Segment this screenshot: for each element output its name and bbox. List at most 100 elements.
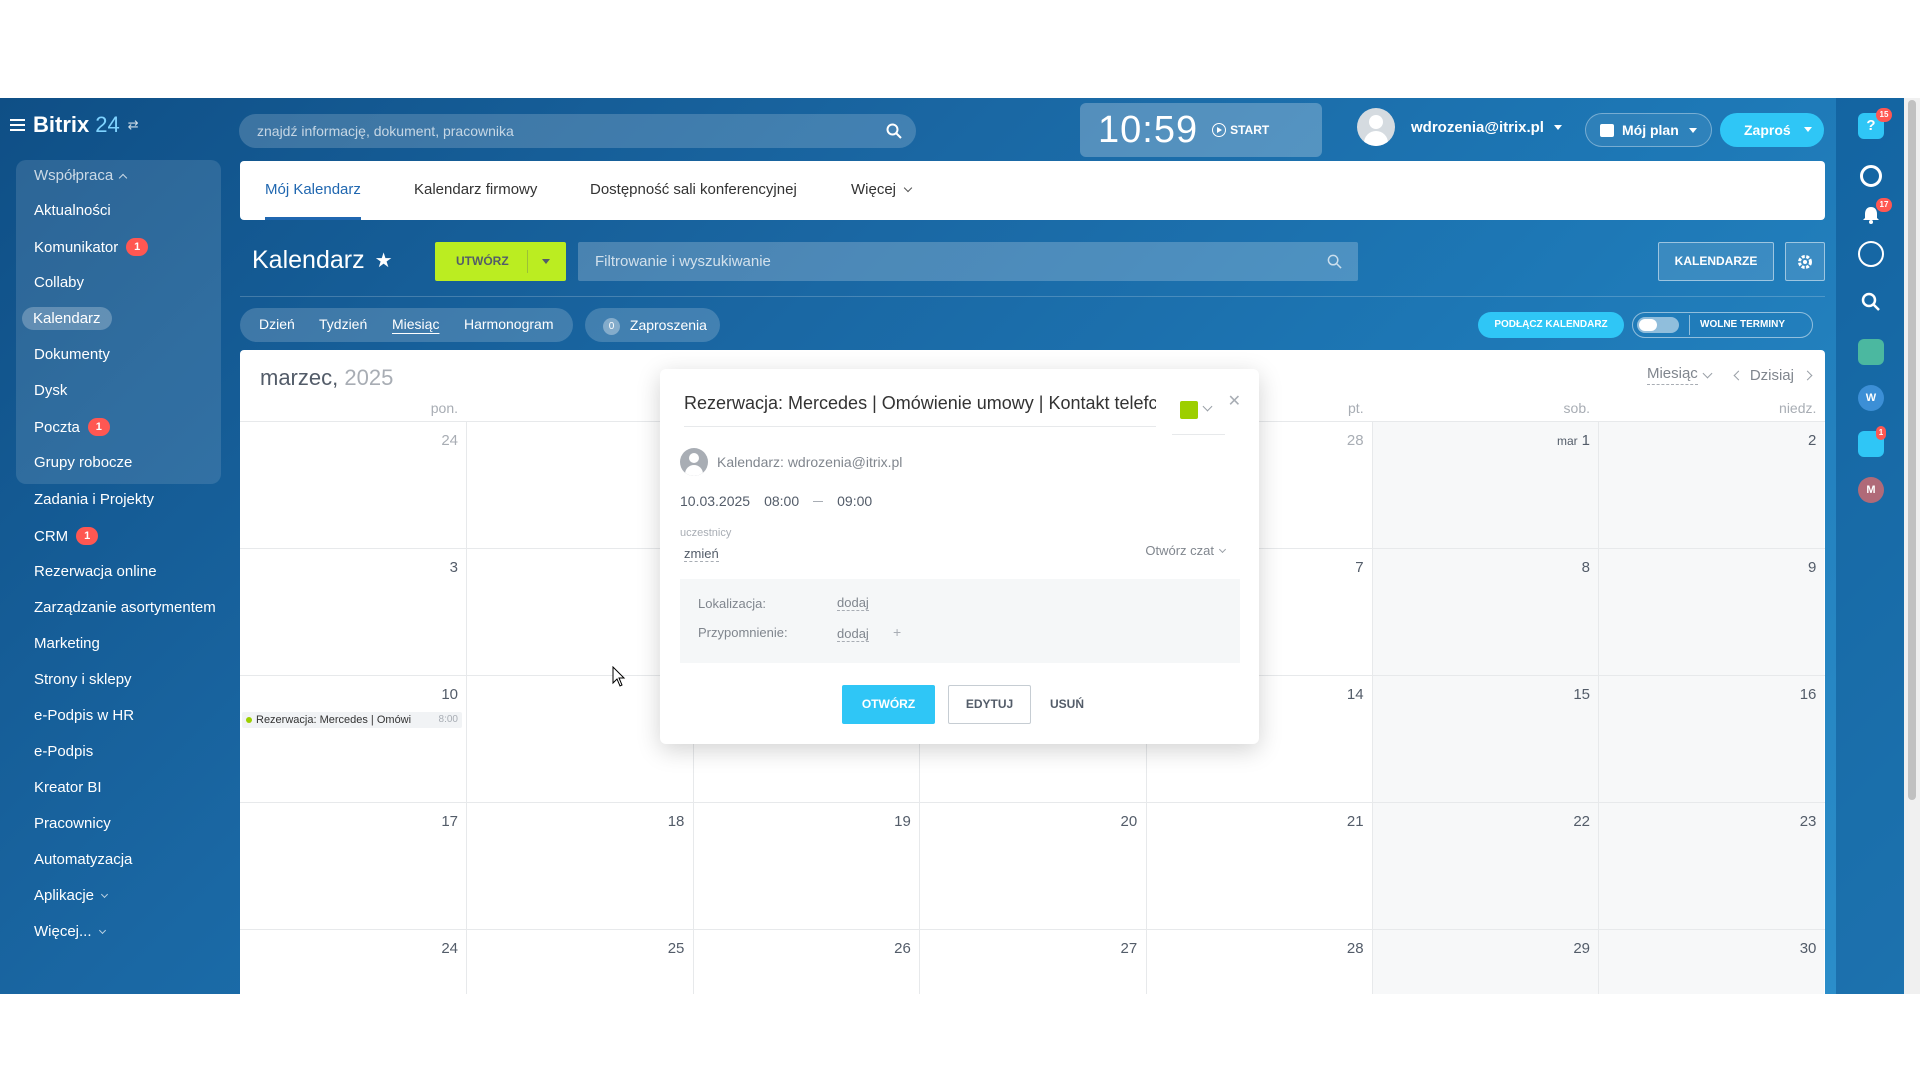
my-plan-button[interactable]: Mój plan xyxy=(1585,113,1712,147)
event-title[interactable]: Rezerwacja: Mercedes | Omówienie umowy |… xyxy=(684,393,1156,427)
search-icon[interactable] xyxy=(1858,289,1884,315)
edit-event-button[interactable]: EDYTUJ xyxy=(948,685,1031,724)
free-slots-toggle[interactable]: WOLNE TERMINY xyxy=(1632,312,1813,338)
sidebar-item-2[interactable]: Collaby xyxy=(34,274,84,291)
plus-icon[interactable]: + xyxy=(893,624,901,640)
search-icon[interactable] xyxy=(886,123,902,139)
sidebar-item-12[interactable]: Marketing xyxy=(34,635,100,652)
day-cell[interactable]: 22 xyxy=(1372,803,1598,930)
connect-calendar-button[interactable]: PODŁĄCZ KALENDARZ xyxy=(1478,312,1624,338)
menu-icon[interactable] xyxy=(10,119,25,131)
previous-month-icon[interactable] xyxy=(1733,370,1744,380)
sidebar-item-11[interactable]: Zarządzanie asortymentem xyxy=(34,599,216,616)
day-cell[interactable]: 17 xyxy=(240,803,466,930)
work-day-clock[interactable]: 10:59 START xyxy=(1080,103,1322,157)
add-location-link[interactable]: dodaj xyxy=(837,595,869,611)
global-search-input[interactable]: znajdź informację, dokument, pracownika xyxy=(239,114,916,148)
scrollbar-thumb[interactable] xyxy=(1908,100,1916,800)
settings-button[interactable] xyxy=(1785,242,1825,281)
day-cell[interactable]: 2 xyxy=(1598,422,1825,549)
day-cell[interactable]: 11 xyxy=(466,676,692,803)
sidebar-item-9[interactable]: CRM 1 xyxy=(34,527,99,545)
start-workday-button[interactable]: START xyxy=(1212,123,1269,137)
sidebar-item-14[interactable]: e-Podpis w HR xyxy=(34,707,134,724)
sidebar-item-10[interactable]: Rezerwacja online xyxy=(34,563,157,580)
contact-avatar-w[interactable]: W xyxy=(1858,385,1884,411)
invitations-button[interactable]: 0 Zaproszenia xyxy=(585,308,720,342)
day-cell[interactable]: 21 xyxy=(1146,803,1372,930)
sidebar-item-5[interactable]: Dysk xyxy=(34,382,67,399)
user-avatar[interactable] xyxy=(1357,108,1395,146)
day-cell[interactable]: 9 xyxy=(1598,549,1825,676)
day-cell[interactable]: 25 xyxy=(466,930,692,994)
tab-my-calendar[interactable]: Mój Kalendarz xyxy=(265,181,361,220)
clock-circle-icon[interactable] xyxy=(1860,165,1882,187)
sidebar-item-20[interactable]: Więcej... xyxy=(34,923,106,940)
sidebar-item-17[interactable]: Pracownicy xyxy=(34,815,111,832)
day-cell[interactable]: 8 xyxy=(1372,549,1598,676)
chat-icon[interactable] xyxy=(1858,241,1884,267)
today-button[interactable]: Dzisiaj xyxy=(1750,367,1794,384)
day-cell[interactable]: 26 xyxy=(693,930,919,994)
day-cell[interactable]: 18 xyxy=(466,803,692,930)
calendars-button[interactable]: KALENDARZE xyxy=(1658,242,1774,281)
day-cell[interactable]: 27 xyxy=(919,930,1145,994)
chevron-down-icon[interactable] xyxy=(1702,368,1713,378)
day-cell[interactable]: 20 xyxy=(919,803,1145,930)
invite-button[interactable]: Zaproś xyxy=(1720,113,1824,147)
sidebar-item-16[interactable]: Kreator BI xyxy=(34,779,102,796)
tab-company-calendar[interactable]: Kalendarz firmowy xyxy=(414,181,537,198)
day-cell[interactable]: 25 xyxy=(466,422,692,549)
open-event-button[interactable]: OTWÓRZ xyxy=(842,685,935,724)
toggle-switch[interactable] xyxy=(1637,317,1679,333)
tab-more[interactable]: Więcej xyxy=(851,181,913,198)
sidebar-item-7[interactable]: Grupy robocze xyxy=(34,454,132,471)
sidebar-item-8[interactable]: Zadania i Projekty xyxy=(34,491,154,508)
change-participants-link[interactable]: zmień xyxy=(684,546,719,562)
contact-avatar-m[interactable]: M xyxy=(1858,477,1884,503)
sidebar-item-13[interactable]: Strony i sklepy xyxy=(34,671,132,688)
sidebar-item-3[interactable]: Kalendarz xyxy=(22,307,112,330)
delete-event-button[interactable]: USUŃ xyxy=(1044,685,1090,724)
star-icon[interactable]: ★ xyxy=(375,248,393,273)
sidebar-item-15[interactable]: e-Podpis xyxy=(34,743,93,760)
sidebar-item-19[interactable]: Aplikacje xyxy=(34,887,109,904)
view-week[interactable]: Tydzień xyxy=(319,316,367,332)
day-cell[interactable]: 19 xyxy=(693,803,919,930)
view-schedule[interactable]: Harmonogram xyxy=(464,316,553,332)
user-menu[interactable]: wdrozenia@itrix.pl xyxy=(1357,108,1562,146)
day-cell[interactable]: 15 xyxy=(1372,676,1598,803)
create-button[interactable]: UTWÓRZ xyxy=(435,242,566,281)
view-month[interactable]: Miesiąc xyxy=(392,316,439,332)
page-scrollbar[interactable] xyxy=(1904,98,1920,994)
logo[interactable]: Bitrix 24 ⇄ xyxy=(10,112,139,138)
sidebar-item-6[interactable]: Poczta 1 xyxy=(34,418,110,436)
day-cell[interactable]: 28 xyxy=(1146,930,1372,994)
day-cell[interactable]: 23 xyxy=(1598,803,1825,930)
sidebar-item-4[interactable]: Dokumenty xyxy=(34,346,110,363)
day-cell[interactable]: 24 xyxy=(240,930,466,994)
calendar-event[interactable]: Rezerwacja: Mercedes | Omówi 8:00 xyxy=(242,712,462,728)
day-cell[interactable]: 16 xyxy=(1598,676,1825,803)
add-reminder-link[interactable]: dodaj xyxy=(837,626,869,642)
sidebar-item-0[interactable]: Aktualności xyxy=(34,202,111,219)
notes-app-icon[interactable] xyxy=(1858,339,1884,365)
tab-room-availability[interactable]: Dostępność sali konferencyjnej xyxy=(590,181,797,198)
settings-sliders-icon[interactable]: ⇄ xyxy=(128,117,139,133)
chevron-down-icon[interactable] xyxy=(542,259,550,264)
day-cell[interactable]: mar 1 xyxy=(1372,422,1598,549)
chevron-down-icon[interactable] xyxy=(1804,127,1812,132)
day-cell[interactable]: 3 xyxy=(240,549,466,676)
day-cell[interactable]: 24 xyxy=(240,422,466,549)
day-cell[interactable]: 30 xyxy=(1598,930,1825,994)
day-cell[interactable]: 29 xyxy=(1372,930,1598,994)
close-icon[interactable]: ✕ xyxy=(1228,391,1241,411)
view-day[interactable]: Dzień xyxy=(259,316,295,332)
search-icon[interactable] xyxy=(1327,254,1342,269)
event-color-picker[interactable] xyxy=(1172,397,1225,435)
sidebar-item-1[interactable]: Komunikator 1 xyxy=(34,238,149,256)
sidebar-group-header[interactable]: Współpraca xyxy=(34,167,128,184)
view-select[interactable]: Miesiąc xyxy=(1646,365,1698,385)
open-chat-button[interactable]: Otwórz czat xyxy=(1145,543,1227,558)
sidebar-item-18[interactable]: Automatyzacja xyxy=(34,851,132,868)
